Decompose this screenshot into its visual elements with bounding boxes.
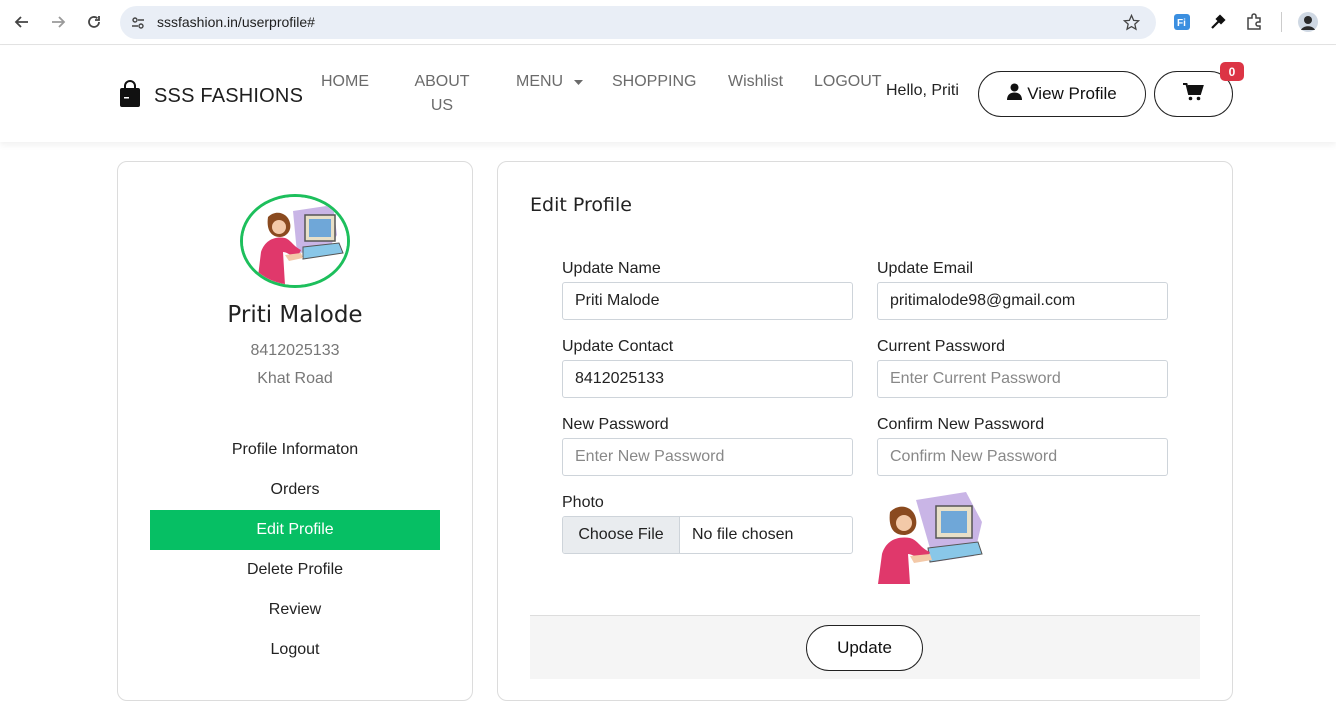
update-button[interactable]: Update <box>806 625 923 671</box>
current-password-label: Current Password <box>877 338 1006 355</box>
update-contact-input[interactable] <box>562 360 853 398</box>
view-profile-label: View Profile <box>1027 84 1117 103</box>
greeting-text: Hello, Priti <box>886 82 959 99</box>
form-footer: Update <box>530 615 1200 679</box>
reload-icon[interactable] <box>82 10 106 34</box>
sidebar-item-review[interactable]: Review <box>150 590 440 630</box>
browser-toolbar: sssfashion.in/userprofile# Fi <box>0 0 1336 45</box>
current-password-input[interactable] <box>877 360 1168 398</box>
new-password-label: New Password <box>562 416 669 433</box>
profile-address: Khat Road <box>257 370 333 387</box>
forward-icon[interactable] <box>46 10 70 34</box>
nav-wishlist[interactable]: Wishlist <box>728 70 783 94</box>
nav-logout[interactable]: LOGOUT <box>814 70 882 94</box>
profile-sidebar-card: Priti Malode 8412025133 Khat Road Profil… <box>117 161 473 701</box>
user-icon <box>1007 83 1023 105</box>
sidebar-item-edit-profile[interactable]: Edit Profile <box>150 510 440 550</box>
profile-name: Priti Malode <box>227 302 363 328</box>
back-icon[interactable] <box>10 10 34 34</box>
nav-about-us[interactable]: ABOUT US <box>406 70 478 118</box>
nav-shopping[interactable]: SHOPPING <box>612 70 696 94</box>
extensions-puzzle-icon[interactable] <box>1243 11 1265 33</box>
update-contact-label: Update Contact <box>562 338 674 355</box>
update-name-input[interactable] <box>562 282 853 320</box>
confirm-password-label: Confirm New Password <box>877 416 1045 433</box>
sidebar-item-delete-profile[interactable]: Delete Profile <box>150 550 440 590</box>
cart-icon <box>1183 83 1204 105</box>
svg-text:Fi: Fi <box>1177 18 1186 29</box>
shopping-bag-icon <box>118 80 142 112</box>
photo-file-input[interactable]: Choose File No file chosen <box>562 516 853 554</box>
sidebar-item-orders[interactable]: Orders <box>150 470 440 510</box>
photo-preview <box>876 490 988 586</box>
nav-menu[interactable]: MENU <box>516 70 583 94</box>
sidebar-item-logout[interactable]: Logout <box>150 630 440 670</box>
cart-count-badge: 0 <box>1220 62 1244 81</box>
photo-label: Photo <box>562 494 604 511</box>
edit-profile-title: Edit Profile <box>530 194 632 216</box>
bookmark-star-icon[interactable] <box>1122 13 1141 35</box>
edit-profile-card: Edit Profile Update Name Update Email Up… <box>497 161 1233 701</box>
eyedropper-icon[interactable] <box>1207 11 1229 33</box>
caret-down-icon <box>573 70 583 94</box>
brand-name: SSS FASHIONS <box>154 84 304 107</box>
choose-file-button[interactable]: Choose File <box>563 517 680 553</box>
new-password-input[interactable] <box>562 438 853 476</box>
view-profile-button[interactable]: View Profile <box>978 71 1146 117</box>
update-email-label: Update Email <box>877 260 974 277</box>
update-name-label: Update Name <box>562 260 661 277</box>
account-avatar-icon[interactable] <box>1297 11 1319 33</box>
brand-logo[interactable]: SSS FASHIONS <box>118 80 303 112</box>
address-bar[interactable]: sssfashion.in/userprofile# <box>120 6 1156 39</box>
nav-menu-label: MENU <box>516 73 564 91</box>
file-status-text: No file chosen <box>692 526 794 543</box>
site-info-icon[interactable] <box>130 15 146 35</box>
nav-home[interactable]: HOME <box>321 70 369 94</box>
confirm-password-input[interactable] <box>877 438 1168 476</box>
sidebar-item-profile-information[interactable]: Profile Informaton <box>150 430 440 470</box>
update-email-input[interactable] <box>877 282 1168 320</box>
toolbar-divider <box>1281 12 1282 32</box>
extension-fi-icon[interactable]: Fi <box>1171 11 1193 33</box>
url-text: sssfashion.in/userprofile# <box>157 14 315 30</box>
profile-avatar <box>240 194 350 288</box>
profile-phone: 8412025133 <box>250 342 340 359</box>
site-header: SSS FASHIONS HOME ABOUT US MENU SHOPPING… <box>0 46 1336 142</box>
